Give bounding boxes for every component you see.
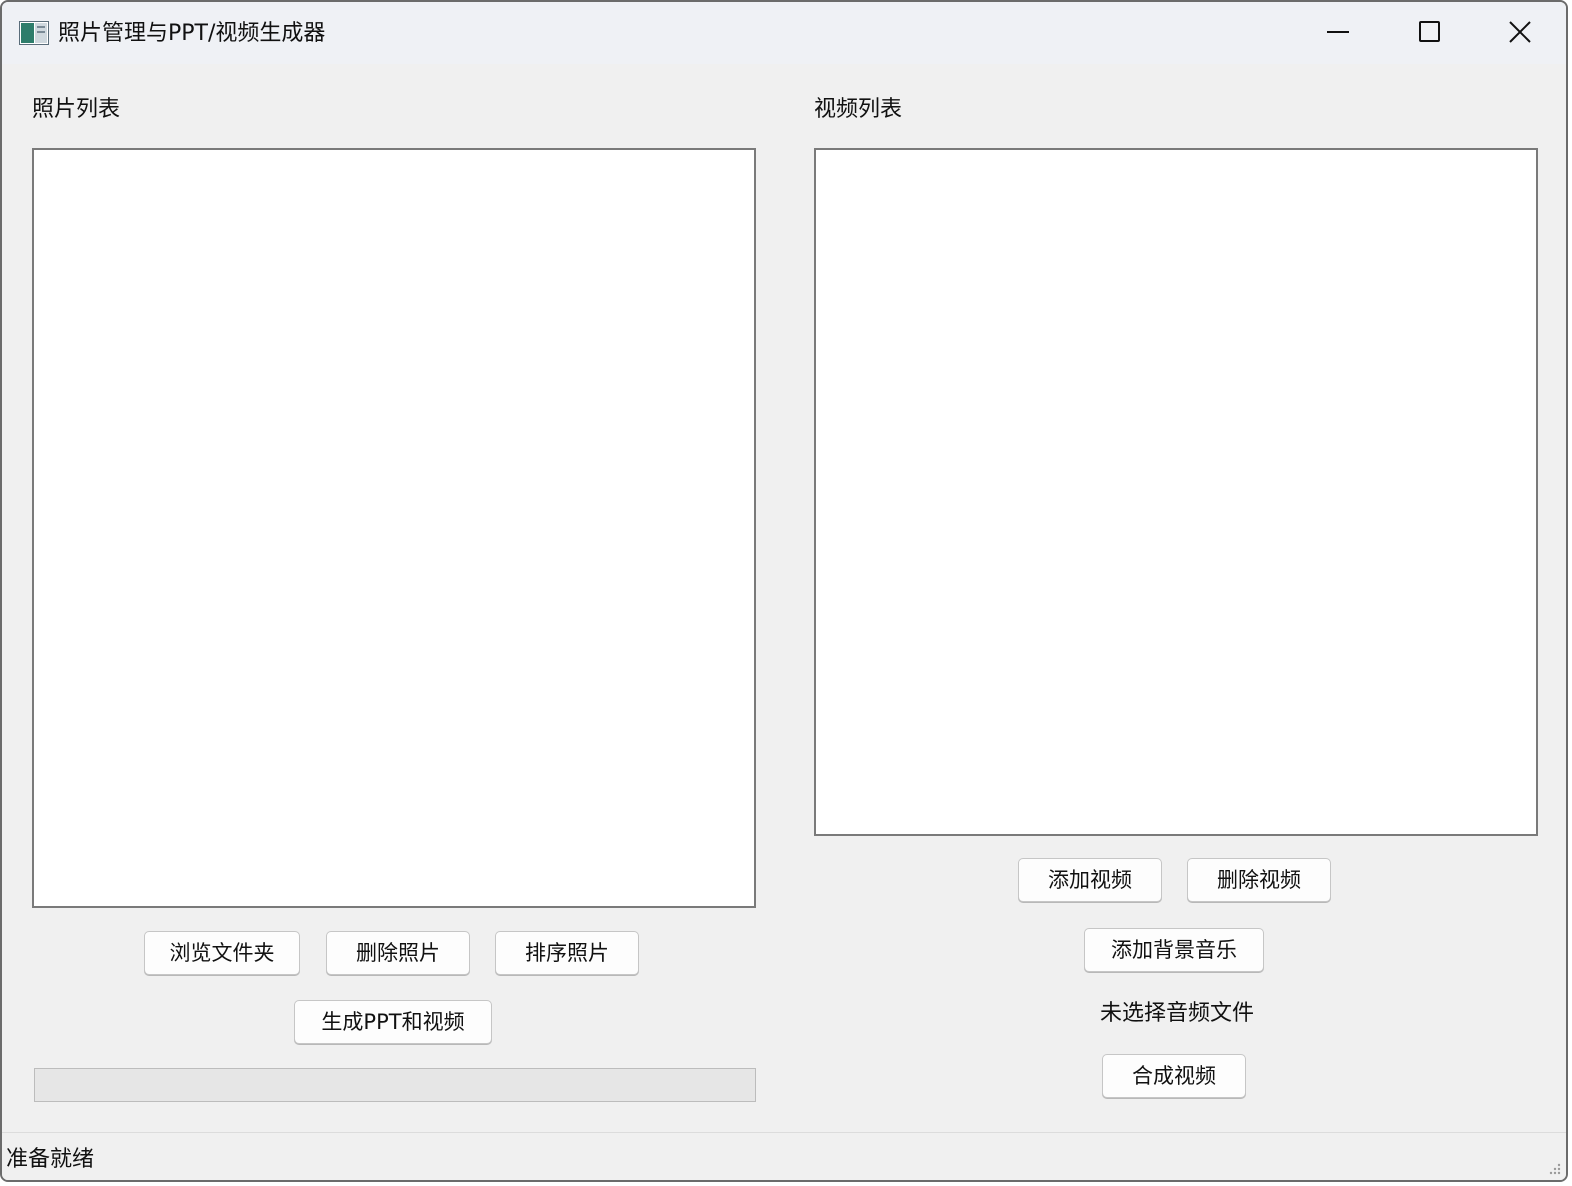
generate-ppt-video-button[interactable]: 生成PPT和视频 (294, 1000, 492, 1044)
browse-folder-button[interactable]: 浏览文件夹 (144, 931, 300, 975)
maximize-button[interactable] (1383, 2, 1475, 62)
resize-grip-icon[interactable] (1546, 1160, 1562, 1176)
status-text: 准备就绪 (6, 1147, 95, 1172)
audio-file-status: 未选择音频文件 (1099, 1001, 1254, 1026)
add-video-button[interactable]: 添加视频 (1018, 858, 1162, 902)
generation-progress-bar (34, 1068, 756, 1102)
close-button[interactable] (1474, 2, 1566, 62)
add-background-music-button[interactable]: 添加背景音乐 (1084, 928, 1264, 972)
compose-video-button[interactable]: 合成视频 (1102, 1054, 1246, 1098)
status-bar: 准备就绪 (2, 1132, 1566, 1180)
window-title: 照片管理与PPT/视频生成器 (58, 21, 326, 46)
main-window: 照片管理与PPT/视频生成器 照片列表 浏览文件夹 删除照片 排序照片 生成PP… (0, 0, 1568, 1182)
photo-list[interactable] (32, 148, 756, 908)
close-icon (1509, 21, 1531, 43)
maximize-icon (1419, 21, 1440, 42)
sort-photos-button[interactable]: 排序照片 (495, 931, 639, 975)
minimize-icon (1327, 31, 1349, 33)
title-bar[interactable]: 照片管理与PPT/视频生成器 (2, 2, 1566, 64)
delete-photo-button[interactable]: 删除照片 (326, 931, 470, 975)
delete-video-button[interactable]: 删除视频 (1187, 858, 1331, 902)
video-list[interactable] (814, 148, 1538, 836)
minimize-button[interactable] (1292, 2, 1384, 62)
video-list-label: 视频列表 (814, 97, 903, 122)
photo-list-label: 照片列表 (32, 97, 121, 122)
app-window-icon (19, 21, 49, 45)
